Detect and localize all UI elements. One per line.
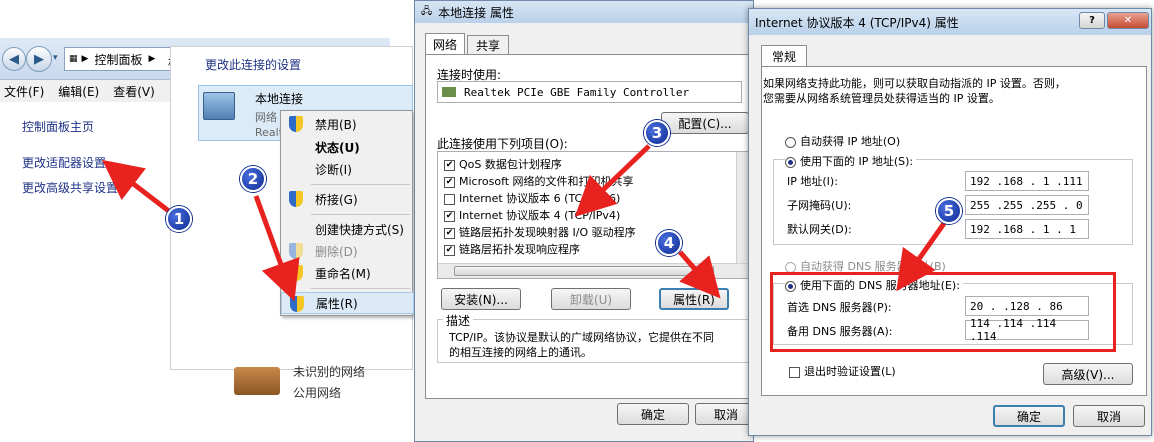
arrow-5 <box>896 220 948 292</box>
arrow-2 <box>253 195 300 302</box>
callout-3: 3 <box>644 120 670 146</box>
callout-4: 4 <box>656 230 682 256</box>
arrow-1 <box>102 159 172 214</box>
callout-1: 1 <box>166 206 192 232</box>
callout-5: 5 <box>936 198 962 224</box>
callout-2: 2 <box>240 166 266 192</box>
arrow-3 <box>574 144 651 217</box>
arrow-4 <box>678 250 721 299</box>
